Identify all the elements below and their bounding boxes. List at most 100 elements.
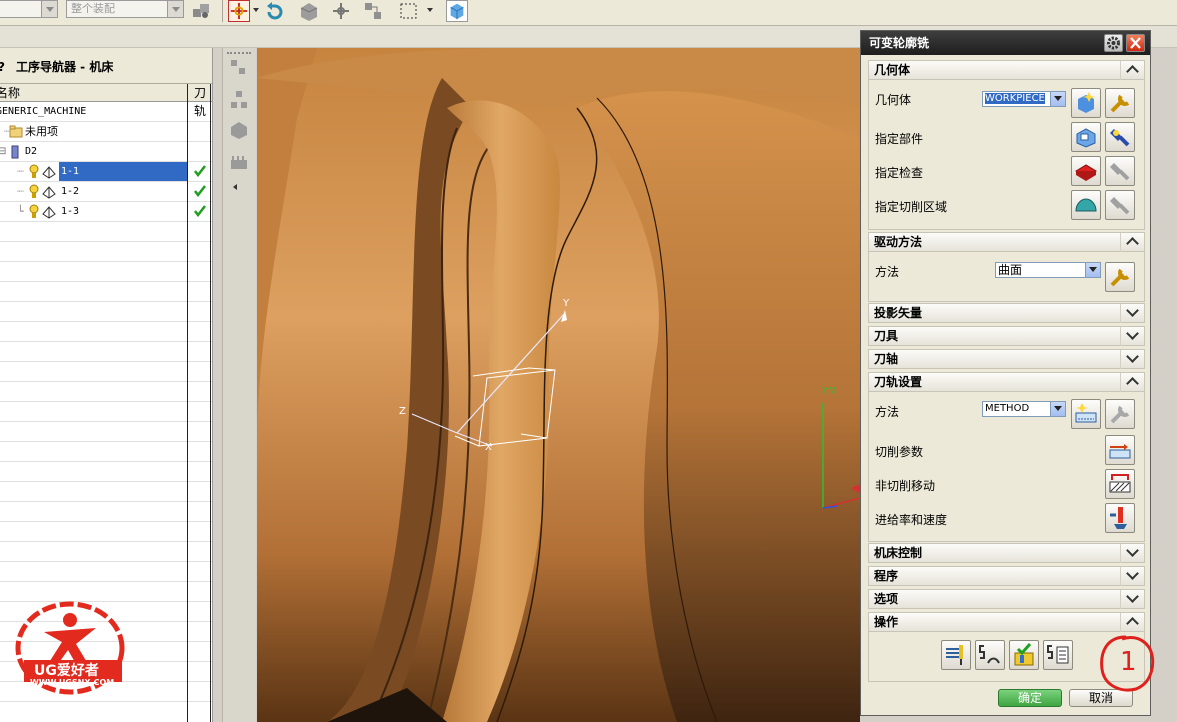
specify-cut-area-label: 指定切削区域 <box>875 200 948 214</box>
chevron-down-icon <box>1120 350 1144 369</box>
new-method-button[interactable] <box>1071 399 1101 429</box>
pin-icon[interactable]: ? <box>0 48 5 86</box>
section-path-settings-body: 方法 METHOD 切削参数 非切削移动 进给率和速度 <box>868 392 1145 542</box>
chevron-down-icon[interactable] <box>427 8 433 15</box>
section-machine-control-header[interactable]: 机床控制 <box>868 543 1145 563</box>
section-projection-header[interactable]: 投影矢量 <box>868 303 1145 323</box>
show-part-button[interactable] <box>1105 122 1135 152</box>
status-bulb-icon <box>29 184 39 198</box>
tree-row-operation-1-1[interactable]: ┈ 1-1 <box>0 162 212 182</box>
navigator-resource-bar <box>222 48 256 722</box>
tree-row-machine[interactable]: GENERIC_MACHINE <box>0 102 212 122</box>
chevron-up-icon <box>1120 373 1144 392</box>
tree-row-empty <box>0 482 212 502</box>
axis-y-label: Y <box>563 298 570 309</box>
chevron-down-icon[interactable] <box>253 8 259 15</box>
gear-icon[interactable] <box>1104 34 1123 52</box>
component-icon[interactable] <box>362 0 384 22</box>
new-geometry-button[interactable] <box>1071 88 1101 118</box>
box-select-icon[interactable] <box>398 0 420 22</box>
chevron-down-icon <box>1050 402 1065 416</box>
geometry-select[interactable]: WORKPIECE <box>982 91 1066 107</box>
solid-body-icon[interactable] <box>298 0 320 22</box>
list-toolpath-button[interactable] <box>1043 640 1073 670</box>
feeds-speeds-button[interactable] <box>1105 503 1135 533</box>
drive-method-label: 方法 <box>875 265 900 279</box>
point-icon[interactable] <box>330 0 352 22</box>
logo-url-text: WWW.UGSNX.COM <box>30 678 115 687</box>
part-model <box>257 48 860 722</box>
tree-row-operation-1-2[interactable]: ┈ 1-2 <box>0 182 212 202</box>
method-view-icon[interactable] <box>229 152 249 172</box>
edit-geometry-button[interactable] <box>1105 88 1135 118</box>
chevron-down-icon <box>1120 544 1144 563</box>
show-check-button[interactable] <box>1105 156 1135 186</box>
tree-row-d2[interactable]: ⊟ D2 <box>0 142 212 162</box>
geometry-label: 几何体 <box>875 93 912 107</box>
section-program-header[interactable]: 程序 <box>868 566 1145 586</box>
verify-toolpath-button[interactable] <box>1009 640 1039 670</box>
ok-button[interactable]: 确定 <box>998 689 1062 707</box>
tree-row-empty <box>0 422 212 442</box>
filter-combo[interactable] <box>0 0 58 18</box>
close-icon[interactable] <box>1126 34 1145 52</box>
tree-row-operation-1-3[interactable]: └ 1-3 <box>0 202 212 222</box>
chevron-down-icon <box>1120 590 1144 609</box>
assembly-scope-combo[interactable]: 整个装配 <box>66 0 184 18</box>
section-geometry-header[interactable]: 几何体 <box>868 60 1145 80</box>
axis-z-label: Z <box>399 406 406 417</box>
tree-row-empty <box>0 342 212 362</box>
generate-toolpath-button[interactable] <box>941 640 971 670</box>
column-name-header[interactable]: 名称 <box>0 84 20 102</box>
tree-row-unused[interactable]: ┈ 未用项 <box>0 122 212 142</box>
tree-label: 1-2 <box>61 186 80 197</box>
section-drive-header[interactable]: 驱动方法 <box>868 232 1145 252</box>
tree-row-empty <box>0 322 212 342</box>
section-geometry-body: 几何体 WORKPIECE 指定部件 指定检查 指定切削区域 <box>868 80 1145 230</box>
navigator-title: 工序导航器 - 机床 <box>16 60 114 74</box>
section-tool-axis-header[interactable]: 刀轴 <box>868 349 1145 369</box>
tree-row-empty <box>0 302 212 322</box>
select-check-button[interactable] <box>1071 156 1101 186</box>
section-actions-header[interactable]: 操作 <box>868 612 1145 632</box>
show-cut-area-button[interactable] <box>1105 190 1135 220</box>
graphics-viewport[interactable]: Y Z X YM <box>257 48 860 722</box>
machine-view-icon[interactable] <box>229 90 249 110</box>
tree-label: D2 <box>25 146 38 157</box>
assembly-tool-icon[interactable] <box>190 0 212 22</box>
section-path-settings-header[interactable]: 刀轨设置 <box>868 372 1145 392</box>
program-view-icon[interactable] <box>229 58 249 78</box>
chevron-down-icon <box>167 1 183 17</box>
tree-label: 1-1 <box>59 162 82 181</box>
section-drive-body: 方法 曲面 <box>868 252 1145 302</box>
section-tool-header[interactable]: 刀具 <box>868 326 1145 346</box>
main-toolbar: 整个装配 <box>0 0 1177 26</box>
non-cutting-moves-button[interactable] <box>1105 469 1135 499</box>
undo-icon[interactable] <box>264 0 286 22</box>
specify-part-label: 指定部件 <box>875 132 924 146</box>
logo-brand-text: UG爱好者 <box>34 663 99 679</box>
grip-handle[interactable] <box>227 52 251 54</box>
edit-drive-button[interactable] <box>1105 262 1135 292</box>
drive-method-select[interactable]: 曲面 <box>995 262 1101 278</box>
collapse-arrow-icon[interactable] <box>233 184 237 190</box>
tree-row-empty <box>0 542 212 562</box>
status-bulb-icon <box>29 204 39 218</box>
replay-toolpath-button[interactable] <box>975 640 1005 670</box>
select-part-button[interactable] <box>1071 122 1101 152</box>
edit-method-button[interactable] <box>1105 399 1135 429</box>
geometry-view-icon[interactable] <box>229 120 249 140</box>
section-options-header[interactable]: 选项 <box>868 589 1145 609</box>
tree-row-empty <box>0 362 212 382</box>
snap-point-icon[interactable] <box>228 0 250 22</box>
view-cube-icon[interactable] <box>446 0 468 22</box>
method-select[interactable]: METHOD <box>982 401 1066 417</box>
tree-row-empty <box>0 282 212 302</box>
select-cut-area-button[interactable] <box>1071 190 1101 220</box>
tree-row-empty <box>0 462 212 482</box>
collapse-icon[interactable]: ⊟ <box>0 142 6 161</box>
cutting-parameters-button[interactable] <box>1105 435 1135 465</box>
tree-row-empty <box>0 382 212 402</box>
chevron-down-icon <box>1120 327 1144 346</box>
annotation-mark: 1 <box>1120 647 1137 677</box>
